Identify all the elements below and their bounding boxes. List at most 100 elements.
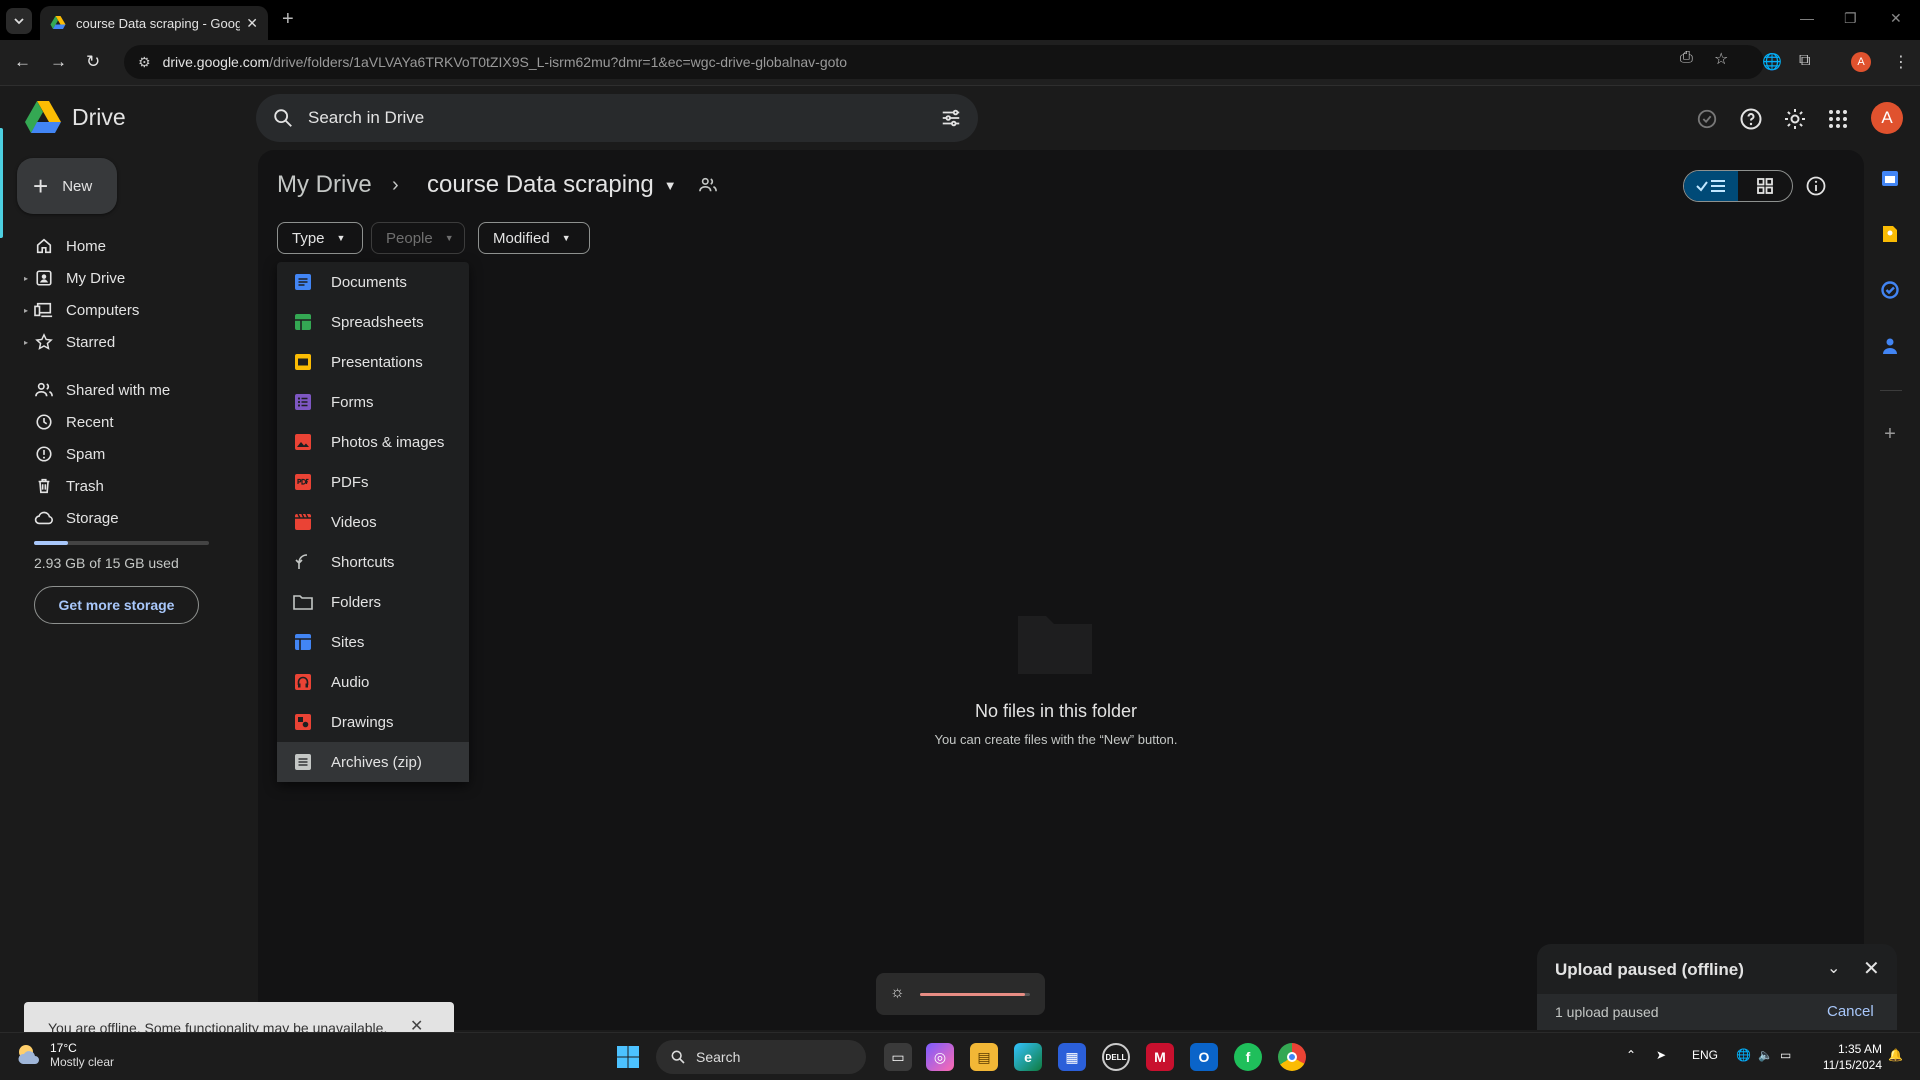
list-view-button[interactable]	[1684, 171, 1738, 201]
new-button[interactable]: + New	[17, 158, 117, 214]
folder-shared-icon[interactable]	[698, 176, 718, 199]
outlook-icon[interactable]: O	[1190, 1043, 1218, 1071]
tab-search-button[interactable]	[6, 8, 32, 34]
language-indicator[interactable]: ENG	[1692, 1048, 1718, 1062]
menu-item-forms[interactable]: Forms	[277, 382, 469, 422]
restore-icon[interactable]: ❐	[1844, 10, 1857, 27]
get-more-storage-button[interactable]: Get more storage	[34, 586, 199, 624]
filter-type-chip[interactable]: Type ▼	[277, 222, 363, 254]
sidebar-item-recent[interactable]: Recent	[24, 408, 114, 436]
new-tab-button[interactable]: +	[282, 8, 294, 31]
offline-ready-icon[interactable]	[1694, 106, 1720, 132]
menu-item-sites[interactable]: Sites	[277, 622, 469, 662]
menu-item-folders[interactable]: Folders	[277, 582, 469, 622]
menu-item-photos-images[interactable]: Photos & images	[277, 422, 469, 462]
drive-search-bar[interactable]	[256, 94, 978, 142]
network-globe-icon[interactable]: 🌐	[1736, 1048, 1751, 1062]
back-icon[interactable]: ←	[14, 52, 31, 72]
sidebar-item-home[interactable]: Home	[24, 232, 106, 260]
edge-browser-icon[interactable]: e	[1014, 1043, 1042, 1071]
show-hidden-icons-chevron[interactable]: ⌃	[1626, 1048, 1636, 1062]
cancel-upload-button[interactable]: Cancel	[1827, 1003, 1874, 1020]
vpn-globe-icon[interactable]: 🌐	[1762, 52, 1782, 72]
mcafee-icon[interactable]: M	[1146, 1043, 1174, 1071]
taskbar-clock[interactable]: 1:35 AM 11/15/2024	[1814, 1041, 1882, 1073]
menu-item-archives[interactable]: Archives (zip)	[277, 742, 469, 782]
sidebar-item-storage[interactable]: Storage	[24, 504, 119, 532]
windows-start-icon[interactable]	[614, 1043, 642, 1071]
plus-icon: +	[33, 171, 49, 201]
account-avatar[interactable]: A	[1871, 102, 1903, 134]
sidebar-item-my-drive[interactable]: ▸ My Drive	[24, 264, 125, 292]
close-tab-icon[interactable]: ✕	[246, 15, 258, 32]
sidebar-item-label: Spam	[66, 445, 106, 463]
sidebar-item-spam[interactable]: Spam	[24, 440, 105, 468]
empty-state-title: No files in this folder	[974, 701, 1138, 721]
tasks-icon[interactable]	[1880, 280, 1900, 300]
dell-icon[interactable]: DELL	[1102, 1043, 1130, 1071]
expand-caret-icon[interactable]: ▸	[24, 338, 34, 347]
sidebar-item-starred[interactable]: ▸ Starred	[24, 328, 115, 356]
site-info-icon[interactable]: ⚙	[138, 54, 151, 71]
apps-grid-icon[interactable]	[1825, 106, 1851, 132]
close-upload-panel-icon[interactable]: ✕	[1863, 956, 1880, 981]
close-window-icon[interactable]: ✕	[1890, 10, 1902, 27]
close-snackbar-icon[interactable]: ✕	[410, 1016, 423, 1032]
search-options-icon[interactable]	[940, 107, 962, 129]
brightness-slider[interactable]	[920, 993, 1030, 996]
volume-icon[interactable]: 🔈	[1758, 1048, 1773, 1062]
collapse-chevron-icon[interactable]: ⌄	[1827, 958, 1840, 978]
notifications-bell-icon[interactable]: 🔔	[1888, 1048, 1903, 1062]
breadcrumb-current-folder[interactable]: course Data scraping ▼	[427, 171, 677, 199]
battery-icon[interactable]: ▭	[1780, 1048, 1791, 1062]
bookmark-star-icon[interactable]: ☆	[1714, 49, 1728, 69]
extensions-icon[interactable]: ⧉	[1799, 52, 1810, 70]
menu-item-audio[interactable]: Audio	[277, 662, 469, 702]
browser-profile-avatar[interactable]: A	[1851, 52, 1871, 72]
expand-caret-icon[interactable]: ▸	[24, 274, 34, 283]
location-icon[interactable]: ➤	[1656, 1048, 1666, 1062]
menu-item-documents[interactable]: Documents	[277, 262, 469, 302]
menu-item-pdfs[interactable]: PDFs	[277, 462, 469, 502]
chrome-icon[interactable]	[1278, 1043, 1306, 1071]
expand-caret-icon[interactable]: ▸	[24, 306, 34, 315]
settings-gear-icon[interactable]	[1782, 106, 1808, 132]
install-app-icon[interactable]: ⎙	[1680, 49, 1693, 67]
menu-item-shortcuts[interactable]: Shortcuts	[277, 542, 469, 582]
minimize-icon[interactable]: —	[1800, 10, 1814, 26]
help-icon[interactable]	[1738, 106, 1764, 132]
menu-item-presentations[interactable]: Presentations	[277, 342, 469, 382]
drive-logo[interactable]: Drive	[24, 100, 126, 134]
sidebar-item-trash[interactable]: Trash	[24, 472, 104, 500]
weather-widget[interactable]: 17°C Mostly clear	[16, 1041, 114, 1069]
address-bar[interactable]: ⚙ drive.google.com/drive/folders/1aVLVAY…	[124, 45, 1764, 79]
sidebar-item-shared-with-me[interactable]: Shared with me	[24, 376, 170, 404]
menu-item-drawings[interactable]: Drawings	[277, 702, 469, 742]
add-addon-icon[interactable]: +	[1880, 423, 1900, 445]
tab-title: course Data scraping - Google Drive	[76, 15, 241, 31]
menu-item-spreadsheets[interactable]: Spreadsheets	[277, 302, 469, 342]
menu-item-videos[interactable]: Videos	[277, 502, 469, 542]
search-icon[interactable]	[272, 107, 294, 129]
browser-menu-icon[interactable]: ⋮	[1893, 52, 1909, 72]
browser-tab-active[interactable]: course Data scraping - Google Drive ✕	[40, 6, 268, 40]
forward-icon[interactable]: →	[50, 52, 67, 72]
filter-modified-chip[interactable]: Modified ▼	[478, 222, 590, 254]
sidebar-item-computers[interactable]: ▸ Computers	[24, 296, 139, 324]
task-view-icon[interactable]: ▭	[884, 1043, 912, 1071]
breadcrumb-my-drive[interactable]: My Drive	[277, 171, 372, 199]
file-explorer-icon[interactable]: ▤	[970, 1043, 998, 1071]
feedly-icon[interactable]: f	[1234, 1043, 1262, 1071]
keep-icon[interactable]	[1880, 224, 1900, 244]
copilot-icon[interactable]: ◎	[926, 1043, 954, 1071]
taskbar-search[interactable]: Search	[656, 1040, 866, 1074]
contacts-icon[interactable]	[1880, 336, 1900, 356]
filter-people-chip[interactable]: People ▼	[371, 222, 465, 254]
grid-view-button[interactable]	[1738, 171, 1792, 201]
browser-toolbar: ← → ↻ ⚙ drive.google.com/drive/folders/1…	[0, 40, 1920, 86]
microsoft-store-icon[interactable]: ▦	[1058, 1043, 1086, 1071]
calendar-icon[interactable]	[1880, 168, 1900, 188]
details-info-icon[interactable]	[1805, 175, 1827, 202]
reload-icon[interactable]: ↻	[86, 52, 100, 72]
search-input[interactable]	[308, 108, 908, 128]
